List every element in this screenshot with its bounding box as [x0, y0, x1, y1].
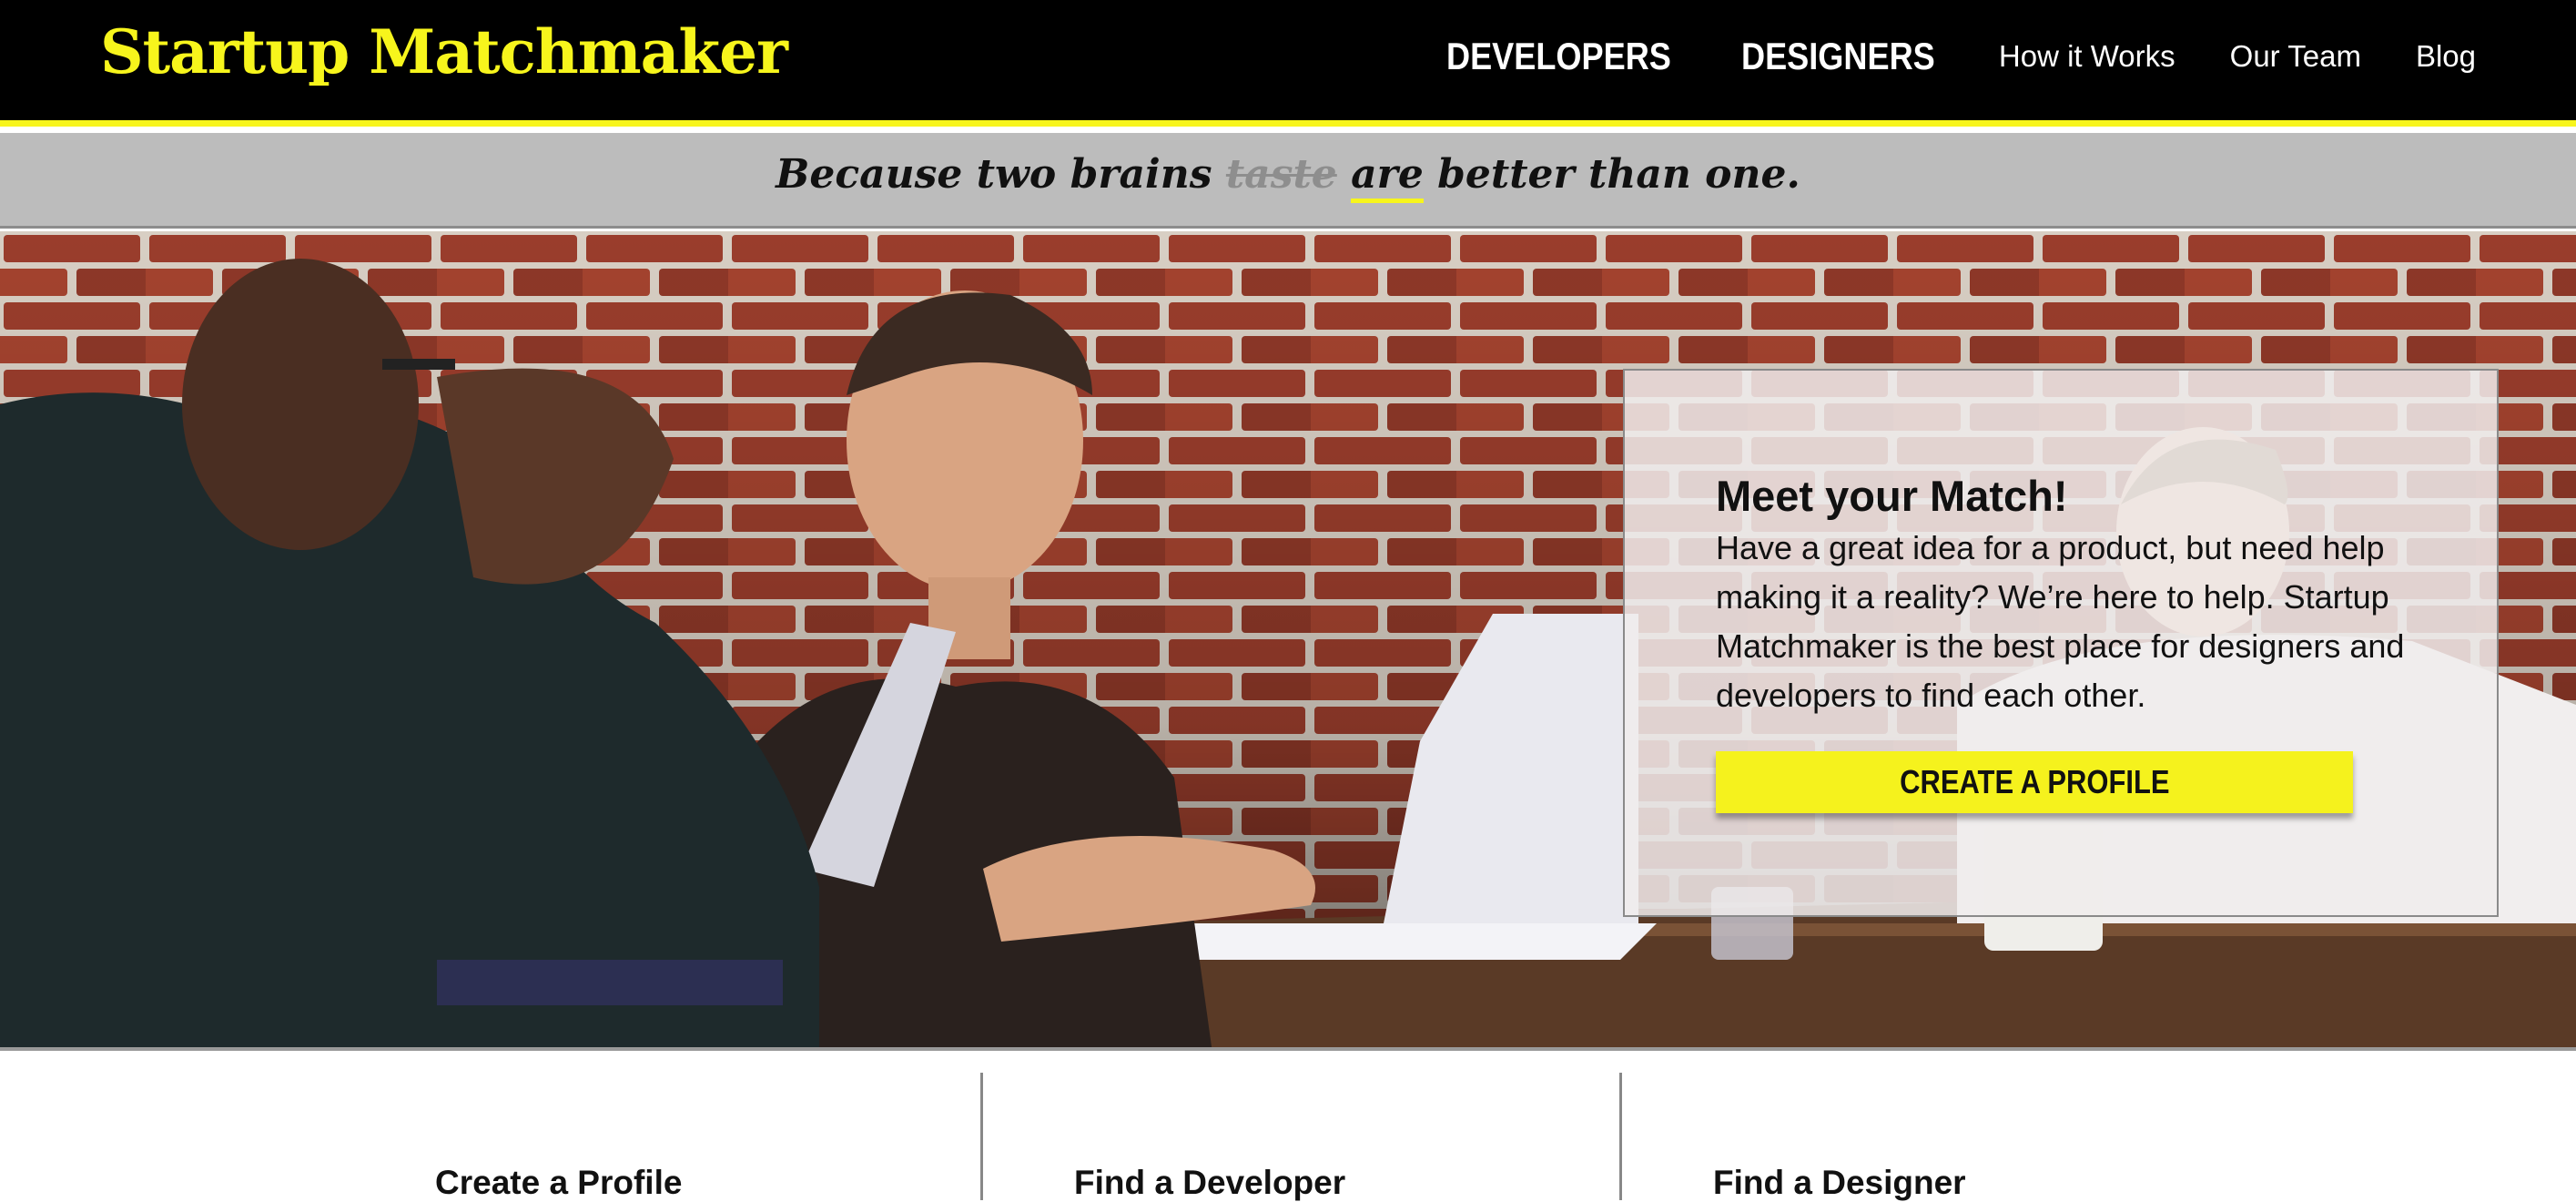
nav-our-team-link[interactable]: Our Team [2230, 39, 2361, 74]
create-profile-button-label: CREATE A PROFILE [1899, 763, 2170, 800]
tagline-struck-word: taste [1225, 151, 1337, 198]
feature-divider [980, 1073, 983, 1200]
feature-create-profile-title: Create a Profile [435, 1164, 683, 1201]
feature-divider [1619, 1073, 1622, 1200]
match-card-title: Meet your Match! [1716, 472, 2068, 520]
hero-section: Meet your Match! Have a great idea for a… [0, 231, 2576, 1051]
meet-your-match-card: Meet your Match! Have a great idea for a… [1623, 369, 2499, 917]
feature-find-developer-title: Find a Developer [1074, 1164, 1346, 1201]
tagline-end: better than one. [1423, 151, 1800, 198]
nav-how-it-works-link[interactable]: How it Works [1999, 39, 2175, 74]
nav-developers-link[interactable]: DEVELOPERS [1446, 35, 1671, 78]
features-section: Create a Profile Find a Developer Find a… [0, 1054, 2576, 1201]
site-header: Startup Matchmaker DEVELOPERS DESIGNERS … [0, 0, 2576, 127]
tagline-bar: Because two brains taste are better than… [0, 133, 2576, 229]
tagline: Because two brains taste are better than… [0, 151, 2576, 203]
nav-designers-link[interactable]: DESIGNERS [1741, 35, 1935, 78]
nav-blog-link[interactable]: Blog [2416, 39, 2476, 74]
match-card-description: Have a great idea for a product, but nee… [1716, 529, 2405, 714]
feature-find-designer-title: Find a Designer [1713, 1164, 1966, 1201]
tagline-start: Because two brains [776, 151, 1226, 198]
main-nav: DEVELOPERS DESIGNERS How it Works Our Te… [1446, 35, 2476, 78]
tagline-underlined-word: are [1351, 151, 1424, 203]
site-logo[interactable]: Startup Matchmaker [100, 16, 788, 87]
tagline-space [1337, 151, 1351, 198]
create-profile-button[interactable]: CREATE A PROFILE [1716, 751, 2353, 813]
